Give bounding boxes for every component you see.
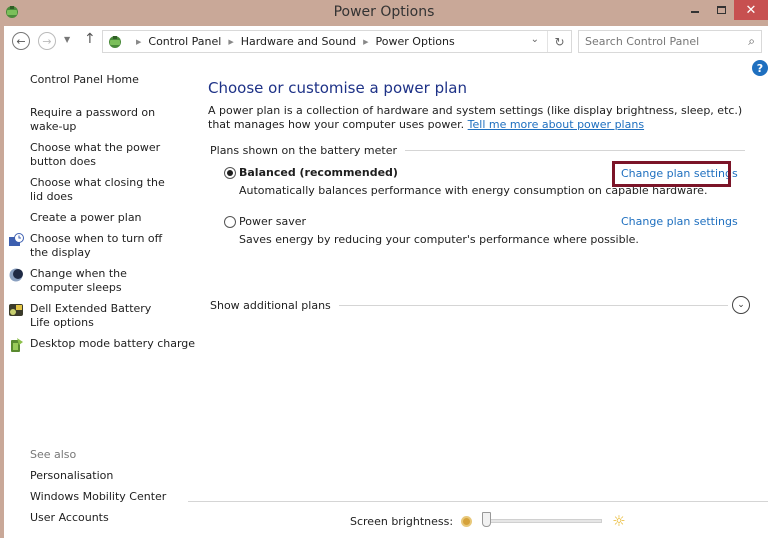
- sidebar-require-password[interactable]: Require a password on wake-up: [30, 106, 160, 134]
- maximize-icon: [716, 6, 726, 14]
- dell-battery-icon: [9, 304, 23, 316]
- help-icon[interactable]: ?: [752, 60, 768, 76]
- page-title: Choose or customise a power plan: [208, 79, 467, 97]
- balanced-radio[interactable]: [224, 167, 236, 179]
- slider-track[interactable]: [482, 519, 603, 523]
- breadcrumb-hardware-and-sound[interactable]: Hardware and Sound: [241, 35, 356, 48]
- chevron-down-icon: ▼: [64, 35, 71, 44]
- plans-group-header: Plans shown on the battery meter: [210, 144, 745, 157]
- control-panel-icon: [109, 35, 121, 48]
- window-body: ← → ▼ ↑ ▶ Control Panel ▶ Hardware and S…: [4, 26, 768, 538]
- highlight-annotation-box: [612, 161, 731, 187]
- search-box: ⌕: [578, 30, 762, 53]
- show-additional-plans[interactable]: Show additional plans ⌄: [210, 296, 750, 314]
- dim-brightness-icon: [461, 515, 473, 527]
- up-button[interactable]: ↑: [84, 31, 96, 47]
- address-dropdown-icon[interactable]: ⌄: [531, 34, 539, 45]
- show-additional-plans-label: Show additional plans: [210, 298, 331, 312]
- refresh-icon: ↻: [554, 34, 565, 49]
- bright-sun-icon: ☼: [612, 512, 626, 530]
- display-clock-icon: [9, 233, 24, 246]
- brightness-slider[interactable]: [482, 512, 603, 530]
- plan-name[interactable]: Balanced (recommended): [239, 166, 398, 179]
- close-button[interactable]: ✕: [734, 0, 768, 20]
- sidebar-turn-off-display-label: Choose when to turn off the display: [30, 232, 163, 259]
- address-bar[interactable]: ▶ Control Panel ▶ Hardware and Sound ▶ P…: [102, 30, 572, 53]
- breadcrumb-separator-icon[interactable]: ▶: [136, 38, 141, 46]
- screen-brightness-control: Screen brightness: ☼: [350, 512, 626, 530]
- back-button[interactable]: ←: [12, 32, 30, 50]
- breadcrumb-separator-icon[interactable]: ▶: [228, 38, 233, 46]
- forward-button[interactable]: →: [38, 32, 56, 50]
- plan-description: Saves energy by reducing your computer's…: [239, 233, 639, 246]
- search-input[interactable]: [585, 35, 735, 48]
- minimize-icon: [691, 11, 699, 13]
- sidebar-create-power-plan[interactable]: Create a power plan: [30, 211, 190, 225]
- footer-divider: [188, 501, 768, 502]
- sidebar-power-button[interactable]: Choose what the power button does: [30, 141, 188, 169]
- navigation-bar: ← → ▼ ↑ ▶ Control Panel ▶ Hardware and S…: [4, 26, 768, 59]
- minimize-button[interactable]: [682, 0, 708, 20]
- slider-thumb[interactable]: [482, 512, 492, 527]
- forward-arrow-icon: →: [42, 34, 52, 48]
- moon-sleep-icon: [9, 268, 23, 282]
- back-arrow-icon: ←: [16, 34, 26, 48]
- sidebar-dell-battery[interactable]: Dell Extended Battery Life options: [9, 302, 170, 330]
- breadcrumb-control-panel[interactable]: Control Panel: [148, 35, 221, 48]
- sidebar-computer-sleeps[interactable]: Change when the computer sleeps: [9, 267, 180, 295]
- sidebar-computer-sleeps-label: Change when the computer sleeps: [30, 267, 127, 294]
- power-saver-change-plan-settings-link[interactable]: Change plan settings: [621, 215, 738, 228]
- power-saver-radio[interactable]: [224, 216, 236, 228]
- recent-locations-button[interactable]: ▼: [64, 35, 70, 44]
- sidebar-desktop-battery-charge-label: Desktop mode battery charge: [30, 337, 196, 350]
- maximize-button[interactable]: [708, 0, 734, 20]
- close-icon: ✕: [745, 2, 757, 18]
- plans-group-label: Plans shown on the battery meter: [210, 144, 398, 157]
- breadcrumb-power-options[interactable]: Power Options: [376, 35, 455, 48]
- sidebar-turn-off-display[interactable]: Choose when to turn off the display: [9, 232, 180, 260]
- sidebar-closing-lid[interactable]: Choose what closing the lid does: [30, 176, 175, 204]
- learn-more-link[interactable]: Tell me more about power plans: [468, 118, 644, 131]
- screen-brightness-label: Screen brightness:: [350, 514, 454, 528]
- page-description: A power plan is a collection of hardware…: [208, 104, 753, 132]
- sidebar-windows-mobility-center[interactable]: Windows Mobility Center: [30, 490, 190, 504]
- divider: [338, 304, 728, 306]
- divider: [405, 150, 745, 151]
- sidebar-dell-battery-label: Dell Extended Battery Life options: [30, 302, 152, 329]
- see-also-heading: See also: [30, 448, 77, 461]
- sidebar-user-accounts[interactable]: User Accounts: [30, 511, 190, 525]
- sidebar-desktop-battery-charge[interactable]: Desktop mode battery charge: [11, 337, 200, 352]
- breadcrumb-separator-icon[interactable]: ▶: [363, 38, 368, 46]
- sidebar-personalisation[interactable]: Personalisation: [30, 469, 190, 483]
- battery-charge-icon: [11, 338, 23, 352]
- search-icon[interactable]: ⌕: [748, 34, 755, 49]
- sidebar-control-panel-home[interactable]: Control Panel Home: [30, 73, 190, 87]
- up-arrow-icon: ↑: [84, 31, 96, 47]
- title-bar: Power Options ✕: [0, 0, 768, 26]
- sidebar: Control Panel Home Require a password on…: [4, 59, 195, 538]
- plan-name[interactable]: Power saver: [239, 215, 306, 228]
- expand-chevron-icon[interactable]: ⌄: [732, 296, 750, 314]
- refresh-button[interactable]: ↻: [547, 31, 571, 52]
- window-title: Power Options: [333, 4, 435, 20]
